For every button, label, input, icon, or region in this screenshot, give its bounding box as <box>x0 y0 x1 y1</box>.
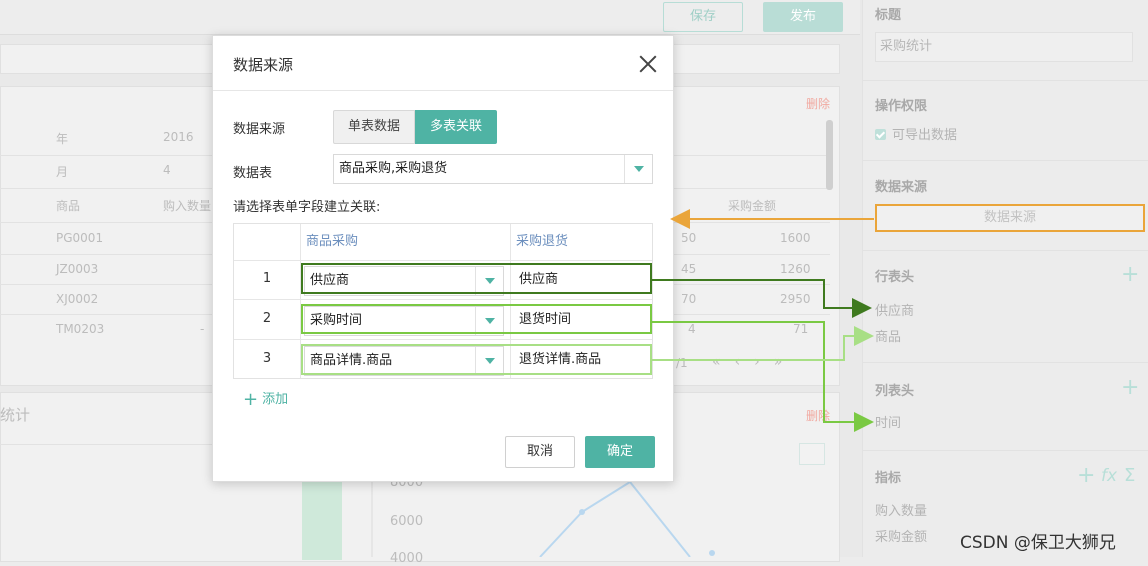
field-select-value: 采购时间 <box>310 313 363 328</box>
export-label: 可导出数据 <box>892 128 958 143</box>
add-metric-icon[interactable]: + <box>1077 465 1095 487</box>
dialog-title: 数据来源 <box>233 56 294 74</box>
chevron-down-icon[interactable] <box>475 267 503 295</box>
title-input[interactable]: 采购统计 <box>875 32 1133 62</box>
column-header: 商品采购 <box>306 234 359 249</box>
properties-panel: 标题 采购统计 操作权限 可导出数据 数据来源 数据来源 行表头 + 供应商 商… <box>862 0 1148 557</box>
table-select-value: 商品采购,采购退货 <box>339 161 448 176</box>
field-select-a[interactable]: 商品详情.商品 <box>304 346 504 376</box>
row-index: 1 <box>262 271 272 286</box>
field-value-b[interactable]: 供应商 <box>514 266 650 296</box>
divider <box>863 160 1148 161</box>
table-label: 数据表 <box>233 166 273 181</box>
formula-icon[interactable]: fx <box>1101 466 1117 486</box>
mapping-table: 商品采购 采购退货 1 供应商 供应商 2 采购时间 退货时间 3 商品详情.商… <box>233 223 653 379</box>
divider <box>863 80 1148 81</box>
divider <box>510 224 511 378</box>
data-source-dialog: 数据来源 数据来源 单表数据 多表关联 数据表 商品采购,采购退货 请选择表单字… <box>212 35 674 482</box>
chevron-down-icon[interactable] <box>624 155 652 183</box>
metric-item[interactable]: 购入数量 <box>875 500 927 519</box>
close-icon[interactable] <box>636 52 660 76</box>
divider <box>234 260 652 261</box>
divider <box>213 90 673 91</box>
confirm-button[interactable]: 确定 <box>585 436 655 468</box>
field-value-b[interactable]: 退货详情.商品 <box>514 346 650 376</box>
field-value-b[interactable]: 退货时间 <box>514 306 650 336</box>
divider <box>300 224 301 378</box>
divider <box>234 339 652 340</box>
watermark: CSDN @保卫大狮兄 <box>960 533 1116 553</box>
chevron-down-icon[interactable] <box>475 307 503 335</box>
export-checkbox[interactable]: 可导出数据 <box>875 124 957 143</box>
row-index: 3 <box>262 351 272 366</box>
add-column-header-icon[interactable]: + <box>1121 377 1139 399</box>
add-mapping-button[interactable]: + 添加 <box>243 388 288 410</box>
cancel-button[interactable]: 取消 <box>505 436 575 468</box>
field-select-a[interactable]: 供应商 <box>304 266 504 296</box>
instruction-text: 请选择表单字段建立关联: <box>233 200 381 215</box>
metric-heading: 指标 <box>875 471 902 486</box>
row-index: 2 <box>262 311 272 326</box>
column-header: 采购退货 <box>516 234 569 249</box>
column-header-heading: 列表头 <box>875 384 915 399</box>
multi-table-tab[interactable]: 多表关联 <box>415 110 497 144</box>
title-heading: 标题 <box>875 8 902 23</box>
permission-heading: 操作权限 <box>875 99 928 114</box>
row-header-item[interactable]: 供应商 <box>875 300 914 319</box>
single-table-tab[interactable]: 单表数据 <box>333 110 415 144</box>
field-select-a[interactable]: 采购时间 <box>304 306 504 336</box>
plus-icon: + <box>243 389 259 410</box>
divider <box>863 250 1148 251</box>
sum-icon[interactable]: Σ <box>1124 466 1135 486</box>
field-select-value: 商品详情.商品 <box>310 353 393 368</box>
field-select-value: 供应商 <box>310 273 350 288</box>
row-header-heading: 行表头 <box>875 270 915 285</box>
divider <box>863 450 1148 451</box>
table-select[interactable]: 商品采购,采购退货 <box>333 154 653 184</box>
add-label: 添加 <box>262 392 289 407</box>
chevron-down-icon[interactable] <box>475 347 503 375</box>
data-source-heading: 数据来源 <box>875 180 928 195</box>
add-row-header-icon[interactable]: + <box>1121 264 1139 286</box>
divider <box>863 362 1148 363</box>
data-source-button[interactable]: 数据来源 <box>875 204 1145 232</box>
source-label: 数据来源 <box>233 122 286 137</box>
metric-item[interactable]: 采购金额 <box>875 526 927 545</box>
row-header-item[interactable]: 商品 <box>875 326 901 345</box>
divider <box>234 299 652 300</box>
checkbox-icon[interactable] <box>875 129 886 140</box>
column-header-item[interactable]: 时间 <box>875 412 901 431</box>
